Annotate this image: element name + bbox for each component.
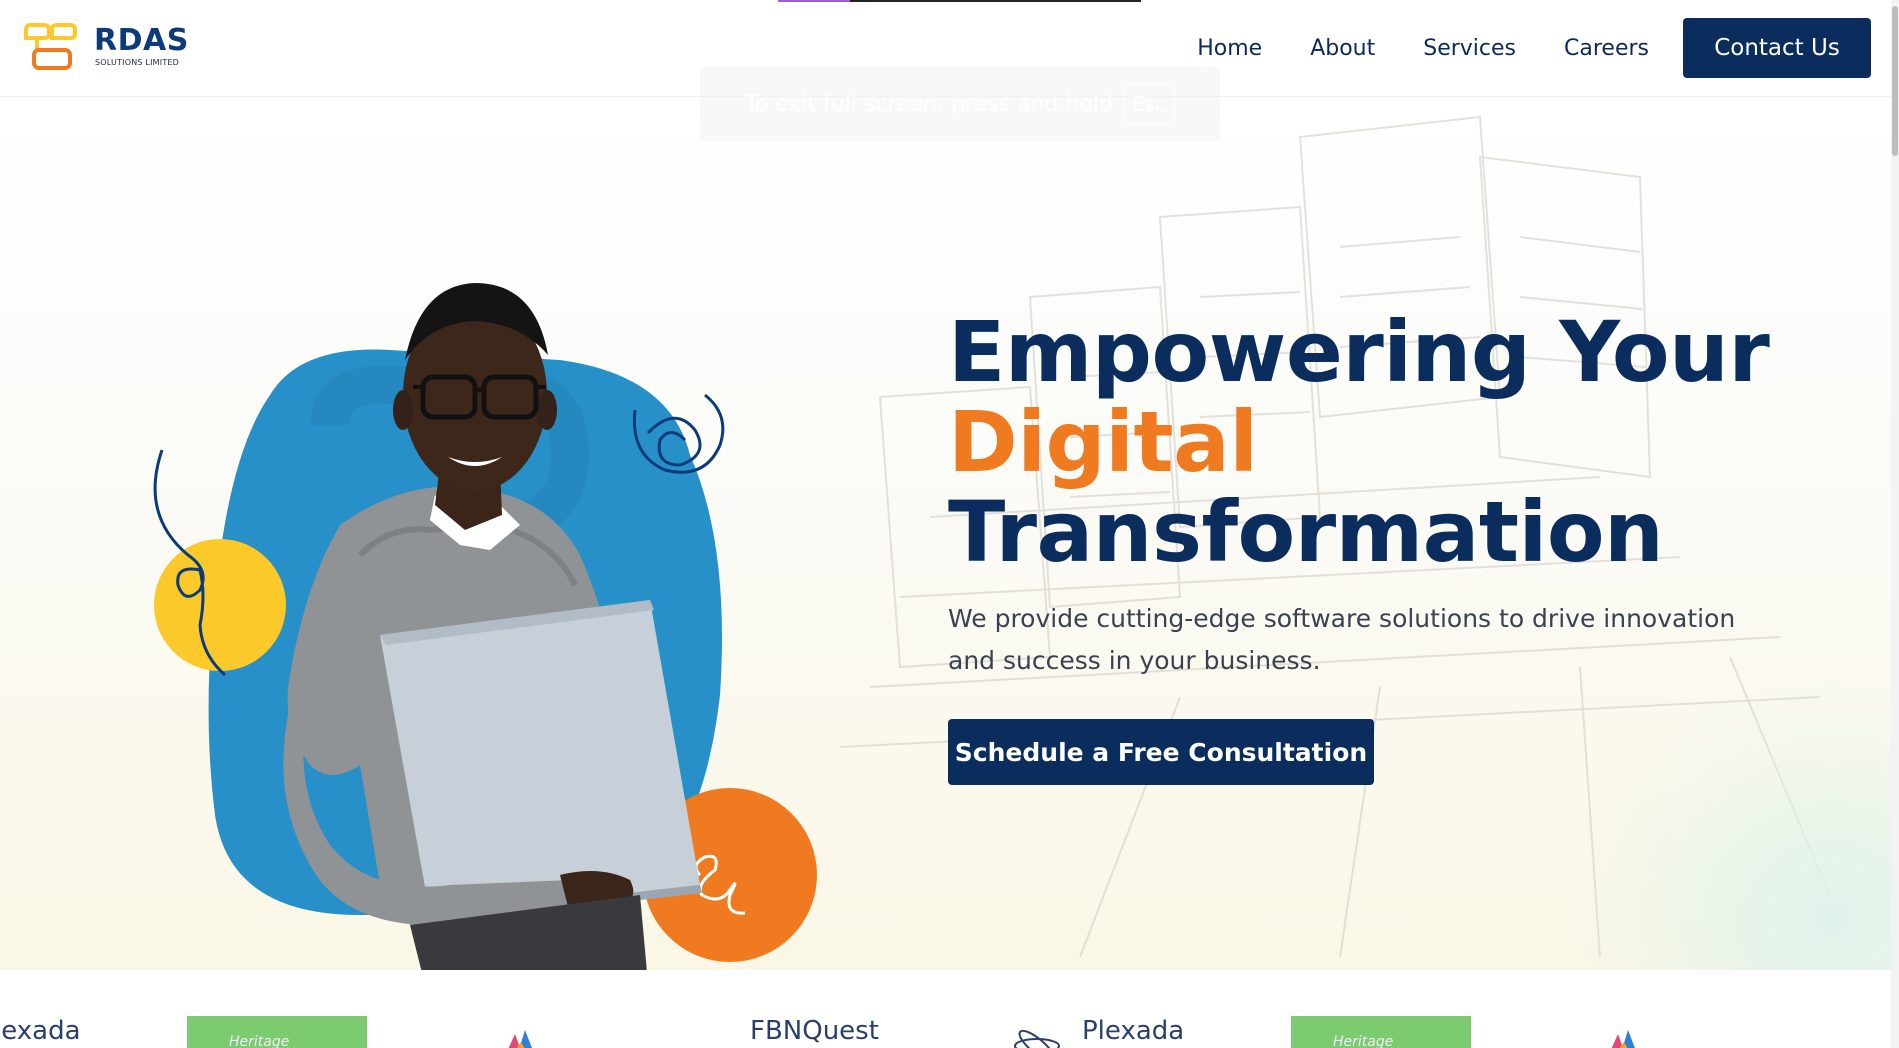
scrollbar-thumb[interactable] bbox=[1892, 6, 1898, 156]
nav-about[interactable]: About bbox=[1310, 29, 1375, 69]
client-logo-text: Heritage bbox=[229, 1034, 290, 1048]
nav-services[interactable]: Services bbox=[1423, 29, 1516, 69]
brand-subtitle: SOLUTIONS LIMITED bbox=[95, 58, 180, 67]
client-logo-text: Plexada bbox=[1082, 1016, 1185, 1046]
client-logo-fbnquest: FBNQuest bbox=[750, 1016, 879, 1048]
hero-headline: Empowering Your Digital Transformation bbox=[948, 303, 1770, 581]
hero-subtext: We provide cutting-edge software solutio… bbox=[948, 604, 1736, 675]
mint-glow bbox=[1560, 677, 1899, 970]
headline-line-3: Transformation bbox=[948, 483, 1664, 581]
brand-name: RDAS bbox=[94, 23, 189, 58]
headline-line-1: Empowering Your bbox=[948, 303, 1770, 401]
atom-logo-icon bbox=[1014, 1029, 1060, 1048]
nav-home[interactable]: Home bbox=[1197, 29, 1262, 69]
rdas-logo-icon bbox=[24, 23, 77, 70]
fullscreen-exit-toast: To exit full screen, press and hold Esc bbox=[700, 67, 1220, 141]
flower-logo-icon bbox=[508, 1030, 532, 1048]
client-logo-text: lexada bbox=[0, 1016, 81, 1046]
brand-logo[interactable]: RDAS SOLUTIONS LIMITED bbox=[22, 22, 192, 74]
hero-section: Empowering Your Digital Transformation W… bbox=[0, 97, 1899, 970]
client-logo-plexada-2: Plexada bbox=[1082, 1016, 1184, 1048]
schedule-consultation-button[interactable]: Schedule a Free Consultation bbox=[948, 719, 1374, 785]
client-logo-text: FBNQuest bbox=[750, 1016, 879, 1046]
client-logo-heritage-2: Heritage bbox=[1291, 1016, 1471, 1048]
client-logo-heritage: Heritage bbox=[187, 1016, 367, 1048]
page-scrollbar[interactable] bbox=[1891, 0, 1899, 1048]
toast-key: Esc bbox=[1122, 83, 1175, 125]
client-logo-plexada: lexada bbox=[0, 1016, 81, 1048]
client-logo-text: Heritage bbox=[1333, 1034, 1394, 1048]
headline-line-2: Digital bbox=[948, 393, 1258, 491]
man-holding-laptop-illustration bbox=[153, 283, 817, 970]
contact-us-button[interactable]: Contact Us bbox=[1683, 18, 1871, 78]
flower-logo-icon bbox=[1611, 1030, 1635, 1048]
main-nav: Home About Services Careers bbox=[1197, 29, 1649, 69]
nav-careers[interactable]: Careers bbox=[1564, 29, 1649, 69]
client-logos-strip: lexada Heritage FBNQuest Plexada Heritag… bbox=[0, 970, 1891, 1048]
toast-message: To exit full screen, press and hold bbox=[745, 91, 1113, 117]
page-load-indicator bbox=[778, 0, 1141, 2]
